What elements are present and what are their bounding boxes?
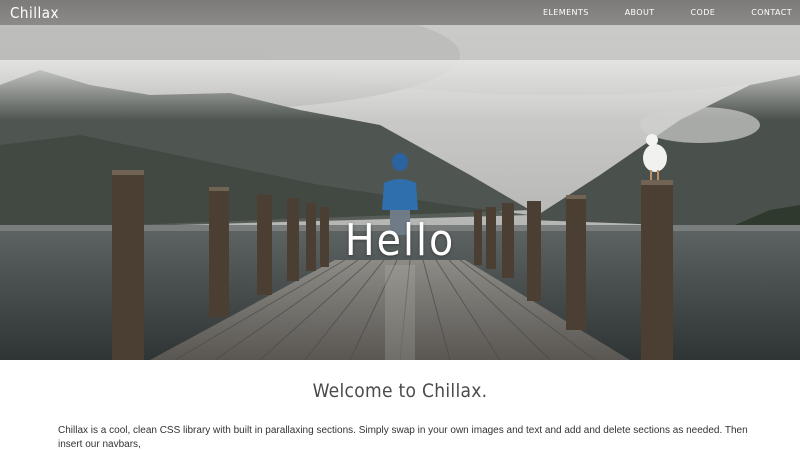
nav-links: ELEMENTS ABOUT CODE CONTACT	[507, 8, 792, 17]
nav-link-code[interactable]: CODE	[691, 8, 716, 17]
brand-logo[interactable]: Chillax	[10, 4, 59, 22]
section-heading: Welcome to Chillax.	[312, 380, 488, 402]
hero-section: Hello	[0, 25, 800, 360]
intro-paragraph: Chillax is a cool, clean CSS library wit…	[58, 425, 748, 450]
nav-link-elements[interactable]: ELEMENTS	[543, 8, 589, 17]
top-navbar: Chillax ELEMENTS ABOUT CODE CONTACT	[0, 0, 800, 25]
nav-link-contact[interactable]: CONTACT	[751, 8, 792, 17]
nav-link-about[interactable]: ABOUT	[625, 8, 655, 17]
hero-background-image	[0, 25, 800, 360]
hero-title: Hello	[344, 215, 456, 266]
intro-section: Welcome to Chillax. Chillax is a cool, c…	[0, 360, 800, 450]
